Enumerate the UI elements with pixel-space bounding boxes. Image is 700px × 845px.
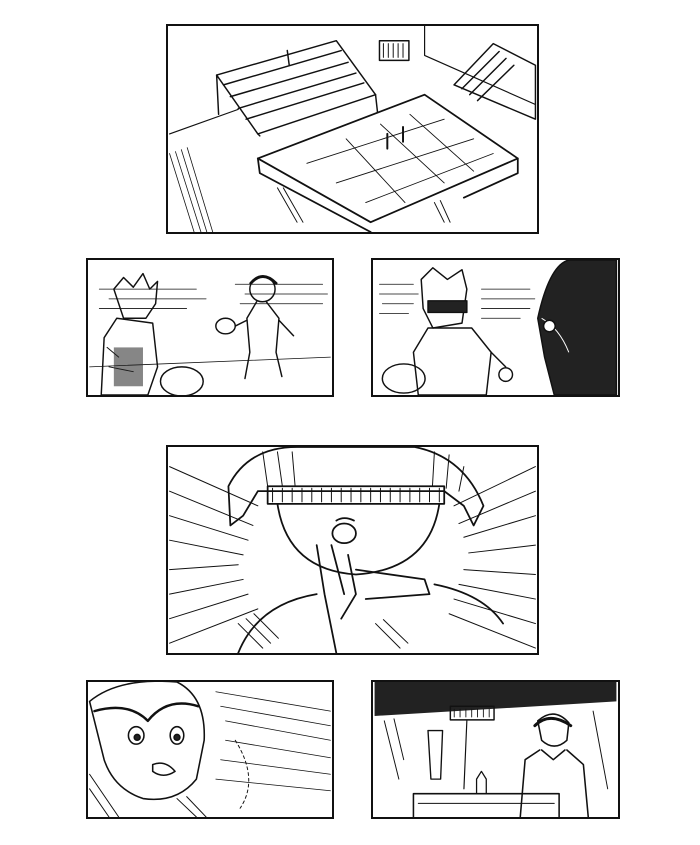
counter bbox=[412, 792, 560, 817]
counter-illustration bbox=[374, 682, 617, 817]
man-character bbox=[519, 713, 590, 817]
panel-6-man-at-counter bbox=[371, 680, 620, 819]
visor-player-illustration bbox=[379, 260, 618, 395]
closeup-illustration bbox=[169, 447, 536, 653]
panel-2-two-players bbox=[86, 258, 334, 397]
character-head bbox=[227, 447, 485, 576]
girl-character bbox=[215, 275, 295, 380]
visor-boy bbox=[381, 267, 514, 395]
panel-1-gym-overview bbox=[166, 24, 539, 234]
girl-face bbox=[88, 682, 207, 817]
bleachers-right bbox=[453, 42, 537, 120]
comic-page: { "page": { "type": "comic-page", "backg… bbox=[0, 0, 700, 845]
surprised-girl-illustration bbox=[88, 682, 331, 817]
panel-5-surprised-girl bbox=[86, 680, 334, 819]
hand bbox=[237, 544, 504, 653]
panel-3-visor-player bbox=[371, 258, 620, 397]
panel-4-closeup bbox=[166, 445, 539, 655]
gym-illustration bbox=[168, 26, 537, 232]
opponent-head bbox=[537, 260, 618, 395]
players-illustration bbox=[89, 272, 331, 395]
